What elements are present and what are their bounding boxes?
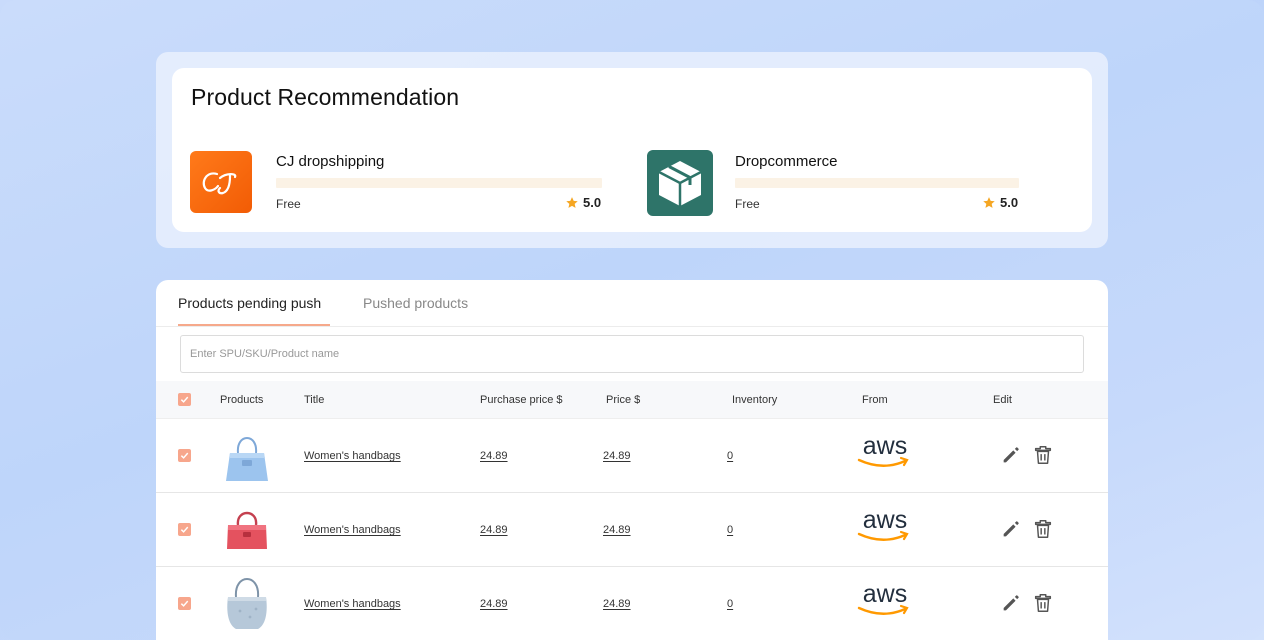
box-icon xyxy=(658,161,702,206)
edit-icon[interactable] xyxy=(1000,592,1022,614)
rating-value: 5.0 xyxy=(1000,195,1019,210)
delete-icon[interactable] xyxy=(1032,518,1054,540)
table-row: Women's handbags 24.89 24.89 0 aws xyxy=(156,419,1108,493)
product-image-blue-handbag[interactable] xyxy=(218,427,276,487)
tab-bar: Products pending push Pushed products xyxy=(156,280,1108,327)
rating-value: 5.0 xyxy=(583,195,602,210)
tab-products-pending-push[interactable]: Products pending push xyxy=(178,295,321,311)
svg-text:aws: aws xyxy=(863,435,907,460)
app-description-bar xyxy=(276,178,602,188)
aws-logo: aws xyxy=(857,509,909,541)
row-checkbox[interactable] xyxy=(178,449,191,462)
header-purchase-price: Purchase price $ xyxy=(480,394,563,406)
purchase-price-value[interactable]: 24.89 xyxy=(480,598,508,610)
select-all-checkbox[interactable] xyxy=(178,393,191,406)
app-card-cj-dropshipping[interactable]: CJ dropshipping Free 5.0 xyxy=(190,150,604,216)
app-description-bar xyxy=(735,178,1019,188)
row-checkbox[interactable] xyxy=(178,597,191,610)
app-rating: 5.0 xyxy=(565,195,601,210)
header-from: From xyxy=(862,394,888,406)
search-input[interactable] xyxy=(180,335,1084,373)
product-image-pink-handbag[interactable] xyxy=(218,501,276,561)
products-panel: Products pending push Pushed products Pr… xyxy=(156,280,1108,640)
svg-text:aws: aws xyxy=(863,509,907,534)
price-value[interactable]: 24.89 xyxy=(603,524,631,536)
check-icon xyxy=(180,600,189,607)
app-price: Free xyxy=(276,197,301,211)
recommendation-panel: Product Recommendation CJ dropshipping F… xyxy=(156,52,1108,248)
product-title-link[interactable]: Women's handbags xyxy=(304,524,401,536)
app-name: Dropcommerce xyxy=(735,153,838,170)
app-price: Free xyxy=(735,197,760,211)
header-inventory: Inventory xyxy=(732,394,778,406)
app-card-dropcommerce[interactable]: Dropcommerce Free 5.0 xyxy=(646,150,1022,216)
check-icon xyxy=(180,452,189,459)
table-row: Women's handbags 24.89 24.89 0 aws xyxy=(156,567,1108,640)
tab-pushed-products[interactable]: Pushed products xyxy=(363,295,468,311)
aws-logo: aws xyxy=(857,583,909,615)
header-price: Price $ xyxy=(606,394,641,406)
delete-icon[interactable] xyxy=(1032,444,1054,466)
header-edit: Edit xyxy=(993,394,1012,406)
price-value[interactable]: 24.89 xyxy=(603,598,631,610)
product-image-silver-handbag[interactable] xyxy=(218,571,276,631)
purchase-price-value[interactable]: 24.89 xyxy=(480,524,508,536)
active-tab-indicator xyxy=(178,324,330,326)
table-header: Products Title Purchase price $ Price $ … xyxy=(156,381,1108,419)
purchase-price-value[interactable]: 24.89 xyxy=(480,450,508,462)
inventory-value[interactable]: 0 xyxy=(727,450,733,462)
check-icon xyxy=(180,396,189,403)
header-title: Title xyxy=(304,394,325,406)
check-icon xyxy=(180,526,189,533)
edit-icon[interactable] xyxy=(1000,444,1022,466)
inventory-value[interactable]: 0 xyxy=(727,598,733,610)
edit-icon[interactable] xyxy=(1000,518,1022,540)
svg-text:aws: aws xyxy=(863,583,907,608)
star-icon xyxy=(566,196,578,208)
app-rating: 5.0 xyxy=(982,195,1018,210)
inventory-value[interactable]: 0 xyxy=(727,524,733,536)
recommendation-card: Product Recommendation CJ dropshipping F… xyxy=(172,68,1092,232)
recommendation-title: Product Recommendation xyxy=(191,84,460,110)
header-products: Products xyxy=(220,394,264,406)
background: Product Recommendation CJ dropshipping F… xyxy=(0,0,1264,640)
dropcommerce-logo xyxy=(647,150,713,216)
star-icon xyxy=(983,196,995,208)
price-value[interactable]: 24.89 xyxy=(603,450,631,462)
row-checkbox[interactable] xyxy=(178,523,191,536)
delete-icon[interactable] xyxy=(1032,592,1054,614)
aws-logo: aws xyxy=(857,435,909,467)
product-title-link[interactable]: Women's handbags xyxy=(304,450,401,462)
app-name: CJ dropshipping xyxy=(276,153,385,170)
product-title-link[interactable]: Women's handbags xyxy=(304,598,401,610)
cj-dropshipping-logo xyxy=(190,151,252,213)
table-row: Women's handbags 24.89 24.89 0 aws xyxy=(156,493,1108,567)
